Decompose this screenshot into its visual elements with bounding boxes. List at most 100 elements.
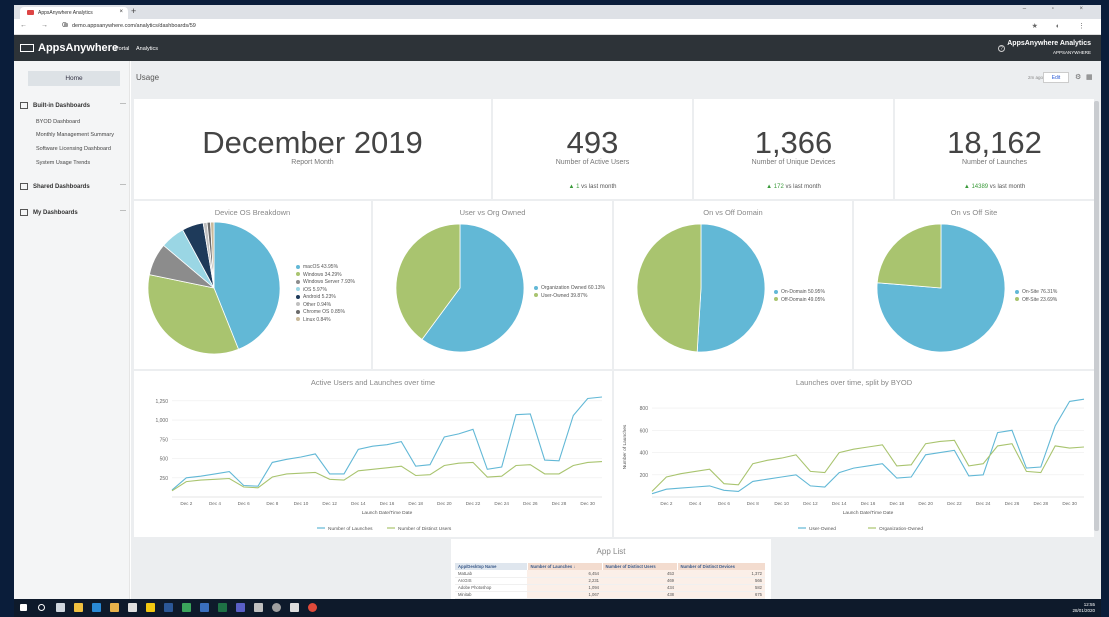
- app-name-cell: MatLab: [455, 570, 527, 578]
- browser-actions[interactable]: ★ ◐ ⋮: [1032, 22, 1093, 30]
- photos-icon[interactable]: [290, 603, 299, 612]
- legend-label[interactable]: Organization-Owned: [879, 526, 923, 532]
- sidebar-section-shared[interactable]: Shared Dashboards —: [20, 182, 126, 191]
- mail-icon[interactable]: [128, 603, 137, 612]
- sidebar-home-button[interactable]: Home: [28, 71, 120, 86]
- legend-item[interactable]: Off-Domain 49.05%: [774, 297, 846, 305]
- value-cell: 438: [602, 591, 677, 599]
- x-tick-label: Dec 22: [466, 501, 481, 506]
- kpi-delta: ▲ 172 vs last month: [694, 184, 893, 190]
- legend-item[interactable]: Linux 0.84%: [296, 317, 368, 325]
- x-tick-label: Dec 18: [408, 501, 423, 506]
- folder-icon[interactable]: [110, 603, 119, 612]
- help-icon[interactable]: ?: [998, 45, 1005, 52]
- excel-icon[interactable]: [218, 603, 227, 612]
- legend-swatch-icon: [296, 272, 300, 277]
- legend-item[interactable]: Off-Site 23.69%: [1015, 297, 1087, 305]
- browser-app-icon[interactable]: [308, 603, 317, 612]
- calculator-icon[interactable]: [254, 603, 263, 612]
- collapse-icon[interactable]: —: [120, 208, 126, 214]
- sidebar-section-built-in[interactable]: Built-in Dashboards —: [20, 101, 126, 109]
- store-icon[interactable]: [74, 603, 83, 612]
- legend-label[interactable]: User-Owned: [809, 526, 836, 532]
- legend-item[interactable]: Windows Server 7.93%: [296, 279, 368, 287]
- clock-date: 28/01/2020: [1072, 608, 1095, 613]
- collapse-icon[interactable]: —: [120, 101, 126, 107]
- chart-legend: On-Site 76.31% Off-Site 23.69%: [1015, 289, 1087, 304]
- nav-link-portal[interactable]: Portal: [115, 46, 129, 52]
- legend-item[interactable]: On-Domain 50.95%: [774, 289, 846, 297]
- table-row[interactable]: MatLab 6,454 453 1,372: [455, 570, 765, 578]
- pie-slice[interactable]: [696, 223, 766, 353]
- teams-icon[interactable]: [236, 603, 245, 612]
- x-tick-label: Dec 14: [351, 501, 366, 506]
- pie-slice[interactable]: [636, 223, 702, 353]
- legend-item[interactable]: Other 0.94%: [296, 302, 368, 310]
- col-devices[interactable]: Number of Distinct Devices: [677, 563, 766, 570]
- org-menu[interactable]: AppsAnywhere Analytics APPSANYWHERE: [1007, 40, 1091, 55]
- browser-tab[interactable]: AppsAnywhere Analytics ×: [20, 7, 128, 19]
- col-users[interactable]: Number of Distinct Users: [602, 563, 678, 570]
- logo-icon: [20, 44, 34, 53]
- x-tick-label: Dec 28: [1034, 501, 1049, 506]
- table-row[interactable]: ArcGIS 2,231 469 566: [455, 577, 765, 585]
- tab-close-icon[interactable]: ×: [119, 9, 123, 15]
- legend-item[interactable]: Android 5.23%: [296, 294, 368, 302]
- settings-icon[interactable]: ⚙: [1075, 73, 1081, 81]
- grid-icon[interactable]: ▦: [1086, 73, 1093, 81]
- legend-item[interactable]: User-Owned 39.87%: [534, 293, 606, 301]
- collapse-icon[interactable]: —: [120, 182, 126, 188]
- legend-item[interactable]: iOS 5.97%: [296, 287, 368, 295]
- window-controls[interactable]: – ▫ ×: [1023, 6, 1095, 12]
- legend-item[interactable]: Chrome OS 0.85%: [296, 309, 368, 317]
- y-tick-label: 200: [640, 473, 649, 479]
- app-list-title: App List: [596, 547, 626, 556]
- url-field[interactable]: demo.appsanywhere.com/analytics/dashboar…: [64, 23, 196, 29]
- search-icon[interactable]: [38, 604, 45, 611]
- sidebar-item-usage-trends[interactable]: System Usage Trends: [36, 160, 90, 166]
- start-icon[interactable]: [20, 604, 27, 611]
- nav-link-analytics[interactable]: Analytics: [136, 46, 158, 52]
- col-launches[interactable]: Number of Launches ↓: [527, 563, 603, 570]
- table-row[interactable]: Minitab 1,067 438 675: [455, 591, 765, 599]
- x-tick-label: Dec 12: [803, 501, 818, 506]
- app-list-table: App/Desktop Name Number of Launches ↓ Nu…: [455, 563, 766, 599]
- powerbi-icon[interactable]: [146, 603, 155, 612]
- edit-button[interactable]: Edit: [1043, 72, 1069, 83]
- legend-item[interactable]: Organization Owned 60.13%: [534, 285, 606, 293]
- edge-icon[interactable]: [92, 603, 101, 612]
- settings-app-icon[interactable]: [272, 603, 281, 612]
- kpi-report-month: December 2019 Report Month: [134, 99, 491, 199]
- legend-label[interactable]: Number of Launches: [328, 526, 373, 532]
- legend-item[interactable]: macOS 43.95%: [296, 264, 368, 272]
- legend-swatch-icon: [534, 285, 538, 290]
- table-row[interactable]: Adobe Photoshop 1,094 434 582: [455, 584, 765, 592]
- sidebar-section-my[interactable]: My Dashboards —: [20, 208, 126, 216]
- series-line[interactable]: [171, 461, 603, 492]
- word-icon[interactable]: [164, 603, 173, 612]
- value-cell: 566: [677, 577, 765, 585]
- sidebar-item-byod[interactable]: BYOD Dashboard: [36, 119, 80, 125]
- task-view-icon[interactable]: [56, 603, 65, 612]
- kpi-label: Report Month: [291, 159, 334, 166]
- legend-swatch-icon: [774, 297, 778, 302]
- scrollbar[interactable]: [1094, 101, 1099, 531]
- legend-item[interactable]: Windows 34.29%: [296, 272, 368, 280]
- col-app-name[interactable]: App/Desktop Name: [455, 563, 528, 570]
- sidebar-item-licensing[interactable]: Software Licensing Dashboard: [36, 146, 111, 152]
- sidebar-item-monthly[interactable]: Monthly Management Summary: [36, 132, 114, 138]
- legend-item[interactable]: On-Site 76.31%: [1015, 289, 1087, 297]
- app-name-cell: Adobe Photoshop: [455, 584, 527, 592]
- new-tab-button[interactable]: +: [131, 6, 136, 16]
- value-cell: 1,372: [677, 570, 765, 578]
- outlook-icon[interactable]: [200, 603, 209, 612]
- pie-slice[interactable]: [876, 223, 942, 289]
- chart-user-org: User vs Org Owned Organization Owned 60.…: [373, 201, 612, 369]
- chart-site: On vs Off Site On-Site 76.31% Off-Site 23…: [854, 201, 1094, 369]
- app-logo[interactable]: AppsAnywhere: [20, 42, 118, 54]
- section-label: Shared Dashboards: [33, 184, 90, 191]
- series-line[interactable]: [171, 396, 603, 491]
- chrome-app-icon[interactable]: [182, 603, 191, 612]
- kpi-active-users: 493 Number of Active Users ▲ 1 vs last m…: [493, 99, 692, 199]
- legend-label[interactable]: Number of Distinct Users: [398, 526, 452, 532]
